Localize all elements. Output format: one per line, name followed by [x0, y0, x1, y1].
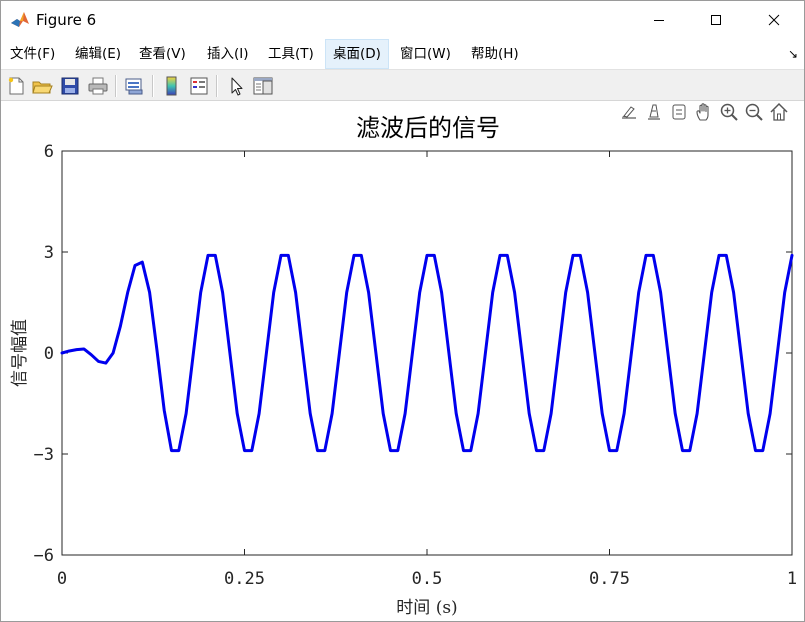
menu-view[interactable]: 查看(V)	[132, 39, 193, 69]
menu-tools[interactable]: 工具(T)	[261, 39, 321, 69]
menu-overflow-icon[interactable]: ↘	[788, 47, 798, 61]
pan-icon[interactable]	[694, 101, 714, 123]
menu-edit[interactable]: 编辑(E)	[68, 39, 128, 69]
close-button[interactable]	[751, 1, 797, 39]
toolbar-separator	[216, 75, 218, 97]
y-tick-label: 3	[44, 243, 54, 263]
figure-canvas[interactable]: 滤波后的信号 0 0.25 0.5 0.75 1 −6 −3 0 3 6 时间 (s) 信号幅值	[1, 101, 804, 621]
zoom-in-icon[interactable]	[719, 101, 739, 123]
menu-desktop[interactable]: 桌面(D)	[325, 39, 389, 69]
axes-box[interactable]	[61, 150, 793, 556]
link-plot-icon[interactable]	[123, 75, 145, 97]
colorbar-icon[interactable]	[161, 75, 183, 97]
plot-svg: 滤波后的信号 0 0.25 0.5 0.75 1 −6 −3 0 3 6 时间 (s) 信号幅值	[10, 114, 797, 618]
x-axis-label: 时间 (s)	[396, 598, 457, 618]
new-figure-icon[interactable]	[5, 75, 27, 97]
toolbar-separator	[115, 75, 117, 97]
x-tick-label: 0.75	[589, 569, 630, 589]
figure-toolbar	[1, 69, 804, 101]
minimize-button[interactable]	[636, 1, 682, 39]
open-file-icon[interactable]	[31, 75, 53, 97]
matlab-logo-icon	[11, 12, 29, 27]
y-tick-label: −6	[34, 546, 54, 566]
brush-icon[interactable]	[619, 101, 639, 123]
y-tick-label: −3	[34, 445, 54, 465]
toolbar-separator	[152, 75, 154, 97]
property-inspector-icon[interactable]	[252, 75, 274, 97]
x-tick-label: 0.5	[412, 569, 443, 589]
y-tick-label: 0	[44, 344, 54, 364]
minimize-icon	[654, 20, 664, 21]
edit-plot-icon[interactable]	[226, 75, 248, 97]
figure-window: Figure 6 文件(F) 编辑(E) 查看(V) 插入(I) 工具(T) 桌…	[0, 0, 805, 622]
legend-icon[interactable]	[188, 75, 210, 97]
menu-insert[interactable]: 插入(I)	[200, 39, 256, 69]
x-tick-label: 0.25	[224, 569, 265, 589]
maximize-icon	[711, 15, 721, 25]
data-tips-icon[interactable]	[644, 101, 664, 123]
y-axis-label: 信号幅值	[10, 319, 30, 387]
maximize-button[interactable]	[693, 1, 739, 39]
zoom-out-icon[interactable]	[744, 101, 764, 123]
menu-help[interactable]: 帮助(H)	[464, 39, 526, 69]
window-title: Figure 6	[36, 11, 97, 29]
title-bar[interactable]: Figure 6	[1, 1, 804, 39]
x-tick-label: 1	[787, 569, 797, 589]
export-icon[interactable]	[669, 101, 689, 123]
restore-view-icon[interactable]	[769, 101, 789, 123]
save-icon[interactable]	[59, 75, 81, 97]
menu-bar: 文件(F) 编辑(E) 查看(V) 插入(I) 工具(T) 桌面(D) 窗口(W…	[1, 39, 804, 69]
x-tick-label: 0	[57, 569, 67, 589]
close-icon	[768, 14, 780, 26]
menu-file[interactable]: 文件(F)	[3, 39, 62, 69]
chart-title: 滤波后的信号	[356, 114, 500, 142]
y-tick-label: 6	[44, 142, 54, 162]
print-icon[interactable]	[87, 75, 109, 97]
menu-window[interactable]: 窗口(W)	[393, 39, 458, 69]
